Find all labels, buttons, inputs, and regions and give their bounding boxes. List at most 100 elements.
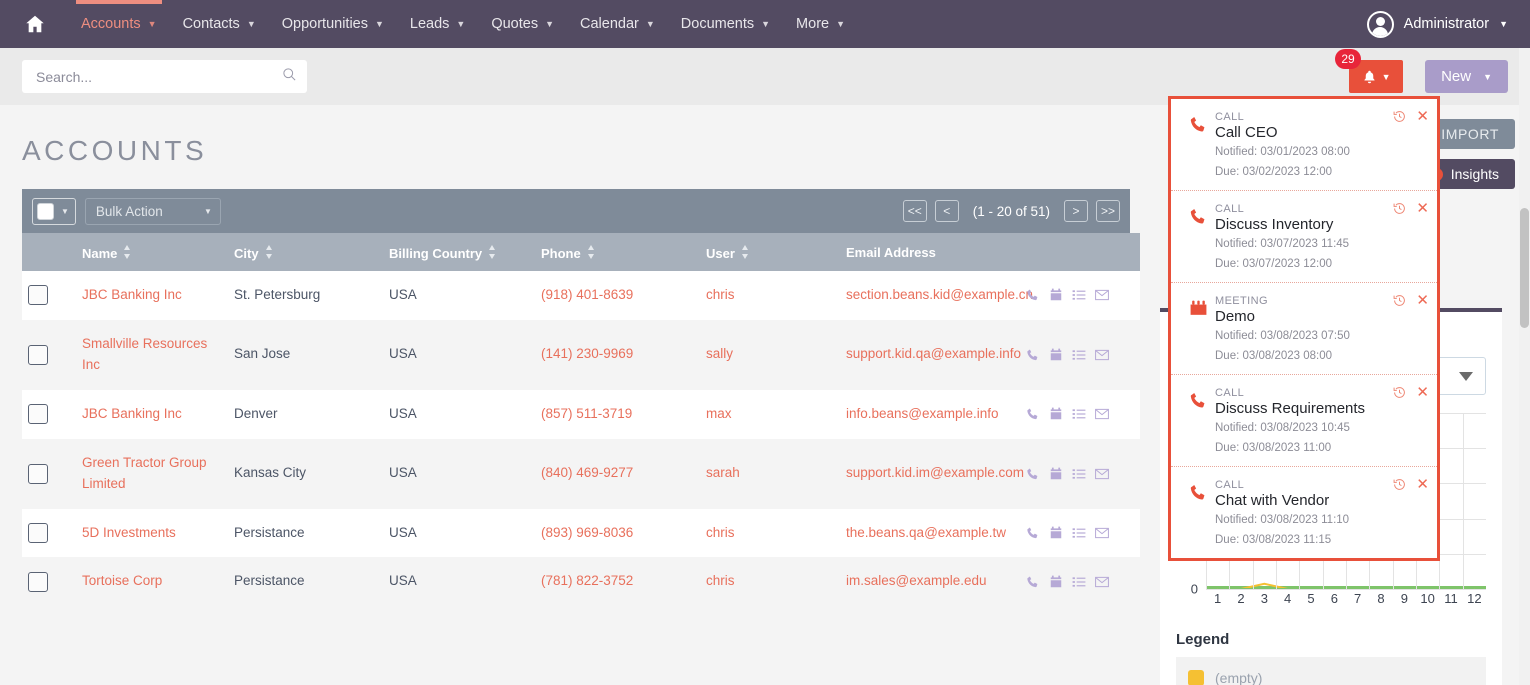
nav-item-calendar[interactable]: Calendar▼ bbox=[567, 0, 668, 48]
close-icon[interactable]: ✕ bbox=[1416, 293, 1429, 308]
phone-icon[interactable] bbox=[1026, 575, 1040, 589]
phone-link[interactable]: (918) 401-8639 bbox=[541, 287, 633, 302]
search-box[interactable] bbox=[22, 60, 307, 93]
account-name-link[interactable]: Smallville Resources Inc bbox=[82, 336, 207, 372]
notification-item[interactable]: CALLCall CEONotified: 03/01/2023 08:00Du… bbox=[1171, 99, 1437, 190]
column-header-phone[interactable]: Phone bbox=[535, 233, 700, 271]
phone-link[interactable]: (893) 969-8036 bbox=[541, 525, 633, 540]
calendar-icon[interactable] bbox=[1049, 575, 1063, 589]
phone-link[interactable]: (141) 230-9969 bbox=[541, 346, 633, 361]
list-icon[interactable] bbox=[1072, 526, 1086, 540]
phone-icon[interactable] bbox=[1026, 348, 1040, 362]
close-icon[interactable]: ✕ bbox=[1416, 109, 1429, 124]
calendar-icon[interactable] bbox=[1049, 467, 1063, 481]
notification-item[interactable]: CALLDiscuss InventoryNotified: 03/07/202… bbox=[1171, 190, 1437, 282]
pagination-next-button[interactable]: > bbox=[1064, 200, 1088, 222]
user-link[interactable]: sally bbox=[706, 346, 733, 361]
close-icon[interactable]: ✕ bbox=[1416, 385, 1429, 400]
phone-icon[interactable] bbox=[1026, 288, 1040, 302]
envelope-icon[interactable] bbox=[1095, 575, 1109, 589]
snooze-clock-icon[interactable] bbox=[1393, 294, 1406, 307]
email-link[interactable]: section.beans.kid@example.cn bbox=[846, 287, 1033, 302]
sort-icon[interactable] bbox=[587, 245, 595, 262]
pagination-first-button[interactable]: << bbox=[903, 200, 927, 222]
nav-item-accounts[interactable]: Accounts▼ bbox=[68, 0, 170, 48]
select-all-dropdown[interactable]: ▼ bbox=[32, 198, 76, 225]
column-header-billing-country[interactable]: Billing Country bbox=[383, 233, 535, 271]
user-link[interactable]: sarah bbox=[706, 465, 740, 480]
user-link[interactable]: chris bbox=[706, 525, 735, 540]
sort-icon[interactable] bbox=[123, 245, 131, 262]
close-icon[interactable]: ✕ bbox=[1416, 477, 1429, 492]
search-icon[interactable] bbox=[282, 67, 297, 87]
sort-icon[interactable] bbox=[265, 245, 273, 262]
pagination-prev-button[interactable]: < bbox=[935, 200, 959, 222]
email-link[interactable]: support.kid.qa@example.info bbox=[846, 346, 1021, 361]
nav-item-opportunities[interactable]: Opportunities▼ bbox=[269, 0, 397, 48]
row-checkbox[interactable] bbox=[28, 464, 48, 484]
page-scrollbar[interactable] bbox=[1519, 48, 1530, 685]
calendar-icon[interactable] bbox=[1049, 348, 1063, 362]
new-button[interactable]: New ▼ bbox=[1425, 60, 1508, 93]
list-icon[interactable] bbox=[1072, 348, 1086, 362]
snooze-clock-icon[interactable] bbox=[1393, 478, 1406, 491]
account-name-link[interactable]: JBC Banking Inc bbox=[82, 287, 182, 302]
nav-item-contacts[interactable]: Contacts▼ bbox=[170, 0, 269, 48]
envelope-icon[interactable] bbox=[1095, 467, 1109, 481]
list-icon[interactable] bbox=[1072, 575, 1086, 589]
list-icon[interactable] bbox=[1072, 288, 1086, 302]
column-header-user[interactable]: User bbox=[700, 233, 840, 271]
sort-icon[interactable] bbox=[741, 245, 749, 262]
nav-item-documents[interactable]: Documents▼ bbox=[668, 0, 783, 48]
account-name-link[interactable]: JBC Banking Inc bbox=[82, 406, 182, 421]
snooze-clock-icon[interactable] bbox=[1393, 202, 1406, 215]
notification-item[interactable]: MEETINGDemoNotified: 03/08/2023 07:50Due… bbox=[1171, 282, 1437, 374]
account-name-link[interactable]: Green Tractor Group Limited bbox=[82, 455, 207, 491]
column-header-name[interactable]: Name bbox=[76, 233, 228, 271]
notifications-button[interactable]: 29 ▼ bbox=[1349, 60, 1403, 93]
calendar-icon[interactable] bbox=[1049, 288, 1063, 302]
row-checkbox[interactable] bbox=[28, 345, 48, 365]
email-link[interactable]: im.sales@example.edu bbox=[846, 573, 987, 588]
sort-icon[interactable] bbox=[488, 245, 496, 262]
home-icon[interactable] bbox=[22, 11, 48, 37]
phone-icon[interactable] bbox=[1026, 407, 1040, 421]
close-icon[interactable]: ✕ bbox=[1416, 201, 1429, 216]
envelope-icon[interactable] bbox=[1095, 348, 1109, 362]
search-input[interactable] bbox=[36, 69, 282, 85]
row-checkbox[interactable] bbox=[28, 572, 48, 592]
row-checkbox[interactable] bbox=[28, 523, 48, 543]
account-name-link[interactable]: Tortoise Corp bbox=[82, 573, 162, 588]
calendar-icon[interactable] bbox=[1049, 526, 1063, 540]
email-link[interactable]: support.kid.im@example.com bbox=[846, 465, 1024, 480]
envelope-icon[interactable] bbox=[1095, 288, 1109, 302]
nav-item-quotes[interactable]: Quotes▼ bbox=[478, 0, 567, 48]
notification-item[interactable]: CALLDiscuss RequirementsNotified: 03/08/… bbox=[1171, 374, 1437, 466]
legend-item[interactable]: (empty) bbox=[1188, 665, 1474, 685]
envelope-icon[interactable] bbox=[1095, 526, 1109, 540]
snooze-clock-icon[interactable] bbox=[1393, 386, 1406, 399]
user-link[interactable]: chris bbox=[706, 287, 735, 302]
phone-link[interactable]: (840) 469-9277 bbox=[541, 465, 633, 480]
phone-icon[interactable] bbox=[1026, 526, 1040, 540]
nav-item-more[interactable]: More▼ bbox=[783, 0, 858, 48]
scrollbar-thumb[interactable] bbox=[1520, 208, 1529, 328]
nav-item-leads[interactable]: Leads▼ bbox=[397, 0, 478, 48]
account-name-link[interactable]: 5D Investments bbox=[82, 525, 176, 540]
phone-link[interactable]: (857) 511-3719 bbox=[541, 406, 632, 421]
notification-item[interactable]: CALLChat with VendorNotified: 03/08/2023… bbox=[1171, 466, 1437, 558]
column-header-city[interactable]: City bbox=[228, 233, 383, 271]
user-link[interactable]: chris bbox=[706, 573, 735, 588]
row-checkbox[interactable] bbox=[28, 285, 48, 305]
row-checkbox[interactable] bbox=[28, 404, 48, 424]
list-icon[interactable] bbox=[1072, 407, 1086, 421]
phone-icon[interactable] bbox=[1026, 467, 1040, 481]
envelope-icon[interactable] bbox=[1095, 407, 1109, 421]
snooze-clock-icon[interactable] bbox=[1393, 110, 1406, 123]
calendar-icon[interactable] bbox=[1049, 407, 1063, 421]
bulk-action-dropdown[interactable]: Bulk Action ▼ bbox=[85, 198, 221, 225]
phone-link[interactable]: (781) 822-3752 bbox=[541, 573, 633, 588]
pagination-last-button[interactable]: >> bbox=[1096, 200, 1120, 222]
email-link[interactable]: info.beans@example.info bbox=[846, 406, 999, 421]
select-all-checkbox[interactable] bbox=[37, 203, 54, 220]
